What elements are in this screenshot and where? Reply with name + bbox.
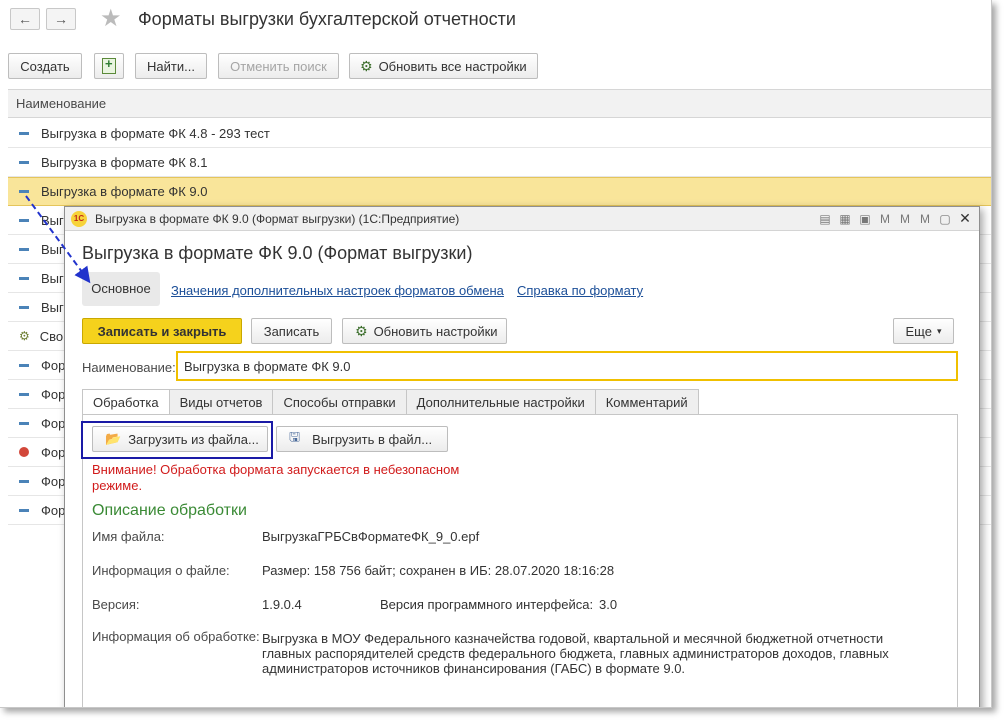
table-icon[interactable]: ▦: [839, 212, 851, 226]
cancel-search-button[interactable]: Отменить поиск: [218, 53, 339, 79]
dash-icon: [19, 160, 29, 164]
version-value: 1.9.0.4: [262, 597, 302, 612]
memory-mplus-icon[interactable]: M: [899, 212, 911, 226]
refresh-gear-icon: ⚙: [355, 322, 368, 339]
file-info-label: Информация о файле:: [92, 563, 230, 578]
create-copy-button[interactable]: [94, 53, 124, 79]
print-icon[interactable]: ▤: [819, 212, 831, 226]
version-label: Версия:: [92, 597, 140, 612]
file-name-value: ВыгрузкаГРБСвФорматеФК_9_0.epf: [262, 529, 480, 544]
row-label: Сво: [39, 328, 64, 344]
dash-icon: [19, 131, 29, 135]
calendar-icon[interactable]: ▣: [859, 212, 871, 226]
save-disk-icon: 🖫: [289, 429, 301, 444]
dash-icon: [19, 276, 29, 280]
row-label: Выг: [41, 270, 64, 286]
dash-icon: [19, 508, 29, 512]
row-label: Фор: [41, 415, 66, 431]
unsafe-mode-warning: Внимание! Обработка формата запускается …: [92, 462, 460, 493]
load-button-highlight: [81, 421, 273, 459]
tab-processing[interactable]: Обработка: [82, 389, 170, 415]
dash-icon: [19, 392, 29, 396]
name-field[interactable]: Выгрузка в формате ФК 9.0: [176, 351, 958, 381]
memory-m-icon[interactable]: M: [879, 212, 891, 226]
dash-icon: [19, 363, 29, 367]
name-label: Наименование:: [82, 360, 176, 375]
favorite-star-icon[interactable]: ★: [100, 4, 122, 33]
row-label: Выгрузка в формате ФК 4.8 - 293 тест: [41, 125, 270, 141]
dash-icon: [19, 190, 29, 193]
dialog-titlebar: 1С Выгрузка в формате ФК 9.0 (Формат выг…: [65, 207, 979, 231]
row-label: Выгрузка в формате ФК 8.1: [41, 154, 208, 170]
dash-icon: [19, 421, 29, 425]
dash-icon: [19, 305, 29, 309]
dialog-heading: Выгрузка в формате ФК 9.0 (Формат выгруз…: [82, 243, 473, 263]
unload-to-file-button[interactable]: 🖫 Выгрузить в файл...: [276, 426, 448, 452]
maximize-icon[interactable]: ▢: [939, 212, 951, 226]
more-label: Еще: [905, 323, 932, 339]
add-document-icon: [102, 56, 116, 74]
tab-strip: Обработка Виды отчетов Способы отправки …: [82, 389, 699, 415]
save-button[interactable]: Записать: [251, 318, 332, 344]
processing-info-value: Выгрузка в МОУ Федерального казначейства…: [262, 631, 889, 676]
row-label: Выг: [41, 212, 64, 228]
tab-comment[interactable]: Комментарий: [595, 389, 699, 415]
tab-send-methods[interactable]: Способы отправки: [273, 389, 407, 415]
page-title: Форматы выгрузки бухгалтерской отчетност…: [138, 9, 516, 29]
close-icon[interactable]: ✕: [959, 210, 971, 227]
section-title-description: Описание обработки: [92, 502, 247, 519]
column-header-name[interactable]: Наименование: [8, 89, 991, 118]
main-window: ← → ★ Форматы выгрузки бухгалтерской отч…: [0, 0, 992, 708]
save-and-close-button[interactable]: Записать и закрыть: [82, 318, 242, 344]
dash-icon: [19, 247, 29, 251]
processing-info-label: Информация об обработке:: [92, 629, 260, 644]
table-row[interactable]: Выгрузка в формате ФК 4.8 - 293 тест: [8, 119, 991, 148]
api-version-label: Версия программного интерфейса:: [380, 597, 594, 612]
tab-additional-settings[interactable]: Дополнительные настройки: [406, 389, 596, 415]
nav-main[interactable]: Основное: [82, 272, 160, 306]
chevron-down-icon: ▾: [936, 325, 942, 336]
row-label: Фор: [41, 386, 66, 402]
row-label: Фор: [41, 357, 66, 373]
create-button[interactable]: Создать: [8, 53, 82, 79]
link-format-help[interactable]: Справка по формату: [517, 283, 643, 298]
format-dialog: 1С Выгрузка в формате ФК 9.0 (Формат выг…: [64, 206, 980, 707]
row-label: Выг: [41, 299, 64, 315]
forward-button[interactable]: →: [46, 8, 76, 30]
dash-icon: [19, 479, 29, 483]
memory-mminus-icon[interactable]: M: [919, 212, 931, 226]
dialog-window-title: Выгрузка в формате ФК 9.0 (Формат выгруз…: [95, 211, 460, 226]
refresh-gear-icon: ⚙: [360, 57, 373, 74]
find-button[interactable]: Найти...: [135, 53, 207, 79]
dash-icon: [19, 218, 29, 222]
row-label: Фор: [41, 444, 66, 460]
refresh-settings-button[interactable]: ⚙ Обновить настройки: [342, 318, 507, 344]
1c-logo-icon: 1С: [71, 210, 87, 227]
api-version-value: 3.0: [599, 597, 618, 612]
link-additional-settings[interactable]: Значения дополнительных настроек формато…: [171, 283, 504, 298]
refresh-settings-label: Обновить настройки: [373, 323, 498, 339]
red-circle-icon: [19, 447, 29, 457]
more-menu-button[interactable]: Еще ▾: [893, 318, 954, 344]
tab-report-types[interactable]: Виды отчетов: [169, 389, 274, 415]
row-label: Выгрузка в формате ФК 9.0: [41, 184, 208, 199]
arrow-left-icon: ←: [18, 11, 32, 27]
file-info-value: Размер: 158 756 байт; сохранен в ИБ: 28.…: [262, 563, 615, 578]
gear-icon: ⚙: [19, 329, 30, 343]
refresh-all-settings-button[interactable]: ⚙ Обновить все настройки: [349, 53, 538, 79]
refresh-all-label: Обновить все настройки: [378, 58, 527, 74]
row-label: Фор: [41, 502, 66, 518]
row-label: Фор: [41, 473, 66, 489]
file-name-label: Имя файла:: [92, 529, 165, 544]
unload-to-file-label: Выгрузить в файл...: [312, 431, 433, 447]
row-label: Выг: [41, 241, 64, 257]
arrow-right-icon: →: [54, 11, 68, 27]
back-button[interactable]: ←: [10, 8, 40, 30]
table-row[interactable]: Выгрузка в формате ФК 9.0: [8, 177, 991, 206]
table-row[interactable]: Выгрузка в формате ФК 8.1: [8, 148, 991, 177]
